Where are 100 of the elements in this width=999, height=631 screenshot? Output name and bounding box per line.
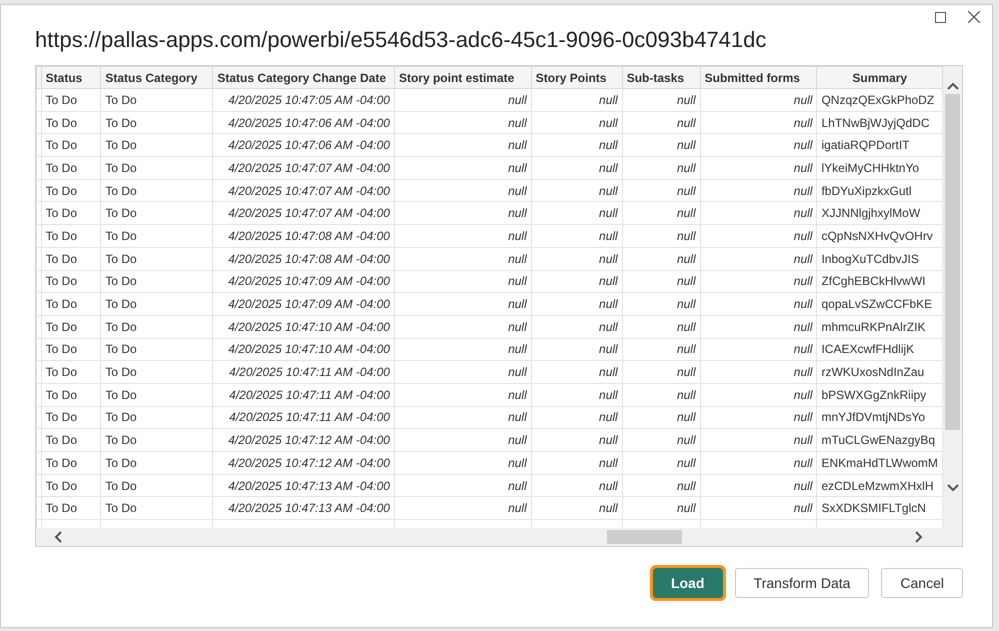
table-cell: null (794, 501, 812, 516)
scroll-right-icon[interactable] (915, 531, 923, 543)
table-cell: null (794, 138, 812, 152)
table-cell: 4/20/2025 10:47:10 AM -04:00 (228, 342, 390, 356)
table-cell: null (676, 206, 696, 220)
table-cell: To Do (46, 365, 78, 380)
table-cell: null (676, 388, 696, 402)
table-cell: null (676, 228, 696, 243)
table-cell: To Do (46, 206, 78, 220)
table-cell: null (508, 274, 527, 288)
close-icon[interactable] (968, 11, 980, 23)
table-cell: null (508, 342, 527, 356)
table-cell: null (599, 478, 618, 493)
table-cell: null (794, 365, 812, 380)
table-cell: null (508, 92, 527, 107)
table-cell: null (599, 228, 618, 243)
table-cell: ZfCghEBCkHlvwWI (821, 274, 926, 288)
table-cell: 4/20/2025 10:47:13 AM -04:00 (228, 501, 390, 516)
table-cell: To Do (105, 138, 137, 152)
table-cell: To Do (46, 388, 78, 402)
table-cell: 4/20/2025 10:47:12 AM -04:00 (228, 456, 390, 470)
table-cell: null (599, 501, 618, 516)
table-cell: null (676, 365, 696, 380)
table-cell: null (676, 433, 696, 448)
table-cell: null (676, 297, 696, 312)
table-cell: null (599, 297, 618, 312)
table-cell: null (599, 365, 618, 380)
table-cell: 4/20/2025 10:47:07 AM -04:00 (228, 160, 390, 175)
scroll-left-icon[interactable] (54, 531, 62, 543)
table-cell: null (599, 160, 618, 175)
table-cell: To Do (105, 274, 137, 288)
table-cell: null (794, 116, 812, 130)
table-cell: null (676, 456, 696, 470)
table-cell: null (676, 478, 696, 493)
table-cell: mhmcuRKPnAlrZIK (821, 320, 926, 334)
table-cell: To Do (46, 160, 78, 175)
table-cell: To Do (105, 478, 137, 493)
table-cell: rzWKUxosNdInZau (821, 365, 924, 380)
table-cell: null (599, 410, 618, 424)
table-cell: ICAEXcwfFHdlijK (821, 342, 914, 356)
table-cell: null (676, 116, 696, 130)
table-cell: null (676, 184, 696, 198)
table-cell: null (508, 478, 527, 493)
table-cell: 4/20/2025 10:47:09 AM -04:00 (228, 274, 390, 288)
table-cell: To Do (46, 274, 78, 288)
scrollbar-thumb[interactable] (607, 530, 682, 544)
table-cell: 4/20/2025 10:47:05 AM -04:00 (228, 92, 390, 107)
column-header: Story point estimate (398, 70, 514, 84)
table-cell: 4/20/2025 10:47:08 AM -04:00 (228, 252, 390, 266)
table-cell: XJJNNlgjhxylMoW (821, 206, 920, 220)
table-cell: 4/20/2025 10:47:11 AM -04:00 (229, 388, 390, 402)
scrollbar-thumb[interactable] (945, 94, 960, 430)
table-cell: 4/20/2025 10:47:07 AM -04:00 (228, 206, 390, 220)
table-cell: To Do (105, 388, 137, 402)
scroll-up-icon[interactable] (946, 82, 958, 90)
table-cell: null (508, 184, 527, 198)
table-cell: null (508, 388, 527, 402)
table-cell: QNzqzQExGkPhoDZ (821, 92, 934, 107)
horizontal-scrollbar[interactable] (36, 528, 962, 546)
table-cell: null (599, 342, 618, 356)
table-cell: SxXDKSMIFLTglcN (821, 501, 926, 516)
table-cell: igatiaRQPDortIT (821, 138, 910, 152)
table-cell: null (508, 228, 527, 243)
table-cell: To Do (46, 501, 78, 516)
table-cell: null (794, 184, 812, 198)
table-cell: null (794, 274, 812, 288)
table-cell: To Do (46, 184, 78, 198)
table-cell: mTuCLGwENazgyBq (821, 433, 936, 448)
table-cell: null (676, 501, 696, 516)
table-cell: To Do (105, 456, 137, 470)
dialog-button[interactable]: Load (652, 568, 723, 598)
table-cell: null (508, 160, 527, 175)
table-cell: null (794, 320, 812, 334)
table-cell: To Do (105, 206, 137, 220)
table-cell: null (508, 365, 527, 380)
dialog-button[interactable]: Transform Data (734, 568, 870, 598)
table-cell: null (794, 297, 812, 312)
table-cell: To Do (105, 252, 137, 266)
table-cell: null (599, 92, 618, 107)
table-cell: null (508, 433, 527, 448)
column-header: Submitted forms (704, 70, 800, 84)
table-cell: null (676, 274, 696, 288)
table-cell: To Do (105, 410, 137, 424)
table-cell: null (599, 320, 618, 334)
table-cell: null (599, 184, 618, 198)
table-cell: To Do (105, 228, 137, 243)
table-cell: null (794, 456, 812, 470)
table-cell: null (508, 297, 527, 312)
maximize-icon[interactable] (935, 12, 946, 22)
table-cell: To Do (46, 433, 78, 448)
table-cell: null (676, 320, 696, 334)
table-cell: null (676, 92, 696, 107)
table-cell: To Do (46, 320, 78, 334)
table-cell: null (794, 92, 812, 107)
scroll-down-icon[interactable] (946, 484, 958, 492)
dialog-button[interactable]: Cancel (881, 568, 963, 598)
table-cell: To Do (105, 433, 137, 448)
table-cell: To Do (46, 138, 78, 152)
vertical-scrollbar[interactable] (943, 66, 962, 528)
table-cell: null (676, 410, 696, 424)
